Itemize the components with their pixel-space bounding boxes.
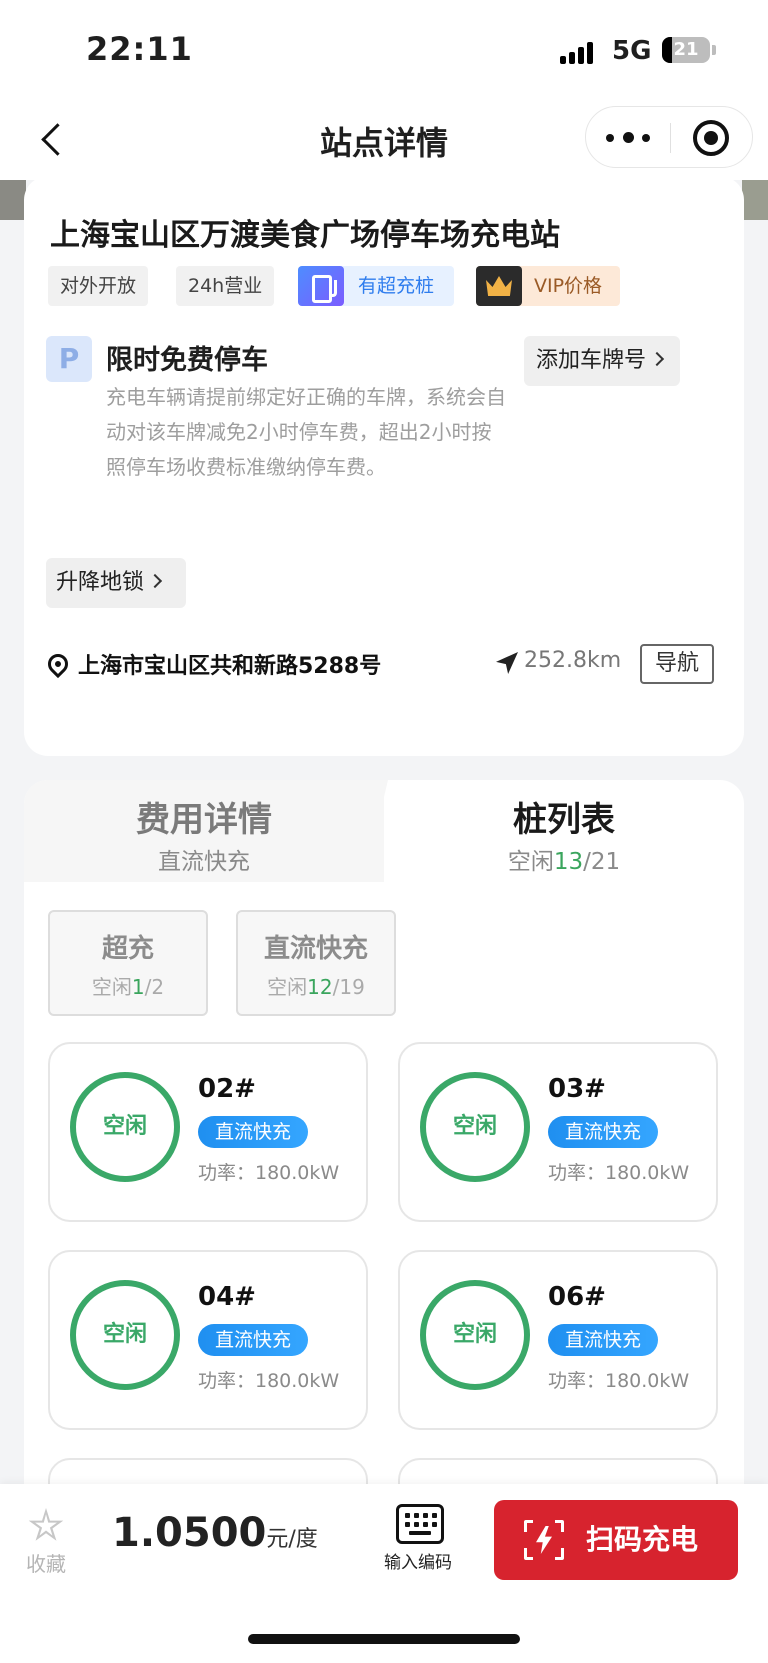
filter-super-charge[interactable]: 超充 空闲1/2 xyxy=(48,910,208,1016)
super-charge-icon xyxy=(298,266,344,306)
scan-charge-label: 扫码充电 xyxy=(586,1523,699,1556)
station-card: 上海宝山区万渡美食广场停车场充电站 对外开放 24h营业 有超充桩 VIP价格 … xyxy=(24,176,744,756)
bottom-action-bar: 收藏 1.0500元/度 输入编码 扫码充电 xyxy=(0,1484,768,1663)
station-name: 上海宝山区万渡美食广场停车场充电站 xyxy=(50,218,560,253)
mini-program-capsule xyxy=(585,106,753,168)
ground-lock-button[interactable]: 升降地锁 xyxy=(46,558,186,608)
ground-lock-label: 升降地锁 xyxy=(56,570,145,595)
pile-status: 空闲 xyxy=(70,1280,180,1390)
price: 1.0500元/度 xyxy=(112,1510,318,1556)
tag-super-charge: 有超充桩 xyxy=(298,266,454,306)
parking-icon: P xyxy=(46,336,92,382)
pile-type-badge: 直流快充 xyxy=(198,1116,308,1148)
location-icon xyxy=(43,649,73,679)
pile-power: 功率：180.0kW xyxy=(548,1162,690,1184)
tab-piles-count: 空闲13/21 xyxy=(507,849,621,875)
pile-power: 功率：180.0kW xyxy=(548,1370,690,1392)
network-type: 5G xyxy=(612,36,652,66)
pile-status: 空闲 xyxy=(70,1072,180,1182)
tab-fee-title[interactable]: 费用详情 xyxy=(24,792,384,841)
more-icon[interactable] xyxy=(606,125,654,151)
pile-power: 功率：180.0kW xyxy=(198,1370,340,1392)
tag-24h: 24h营业 xyxy=(176,266,275,306)
parking-title: 限时免费停车 xyxy=(106,345,268,376)
navigate-arrow-icon xyxy=(496,652,518,674)
pile-type-badge: 直流快充 xyxy=(548,1324,658,1356)
add-plate-label: 添加车牌号 xyxy=(536,348,647,373)
pile-id: 04# xyxy=(198,1282,256,1312)
pile-id: 06# xyxy=(548,1282,606,1312)
filter-name: 超充 xyxy=(101,934,154,964)
scan-charge-button[interactable]: 扫码充电 xyxy=(494,1500,738,1580)
keypad-icon[interactable] xyxy=(396,1504,444,1544)
tag-vip-label: VIP价格 xyxy=(534,275,603,297)
tag-vip-price[interactable]: VIP价格 xyxy=(476,266,620,306)
status-bar: 22:11 5G 21 xyxy=(0,0,768,100)
parking-description: 充电车辆请提前绑定好正确的车牌，系统会自动对该车牌减免2小时停车费，超出2小时按… xyxy=(106,385,506,479)
price-value: 1.0500 xyxy=(112,1510,267,1556)
input-code-label[interactable]: 输入编码 xyxy=(384,1548,452,1573)
vip-crown-icon xyxy=(476,266,522,306)
pile-status: 空闲 xyxy=(420,1280,530,1390)
tab-piles[interactable]: 桩列表 xyxy=(384,792,744,841)
battery-icon: 21 xyxy=(662,37,710,63)
battery-level: 21 xyxy=(673,39,699,60)
filter-count: 空闲12/19 xyxy=(267,975,365,999)
pile-card[interactable]: 空闲 03# 直流快充 功率：180.0kW xyxy=(398,1042,718,1222)
station-photo xyxy=(0,180,26,220)
nav-bar: 站点详情 xyxy=(0,100,768,180)
tag-open: 对外开放 xyxy=(48,266,149,306)
chevron-right-icon xyxy=(147,573,163,589)
price-unit: 元/度 xyxy=(266,1527,318,1552)
target-icon[interactable] xyxy=(693,120,729,156)
pile-card[interactable]: 空闲 04# 直流快充 功率：180.0kW xyxy=(48,1250,368,1430)
home-indicator xyxy=(248,1634,520,1644)
tab-fee-sub: 直流快充 xyxy=(158,849,250,875)
tag-super-label: 有超充桩 xyxy=(358,275,435,297)
pile-card[interactable]: 空闲 02# 直流快充 功率：180.0kW xyxy=(48,1042,368,1222)
pile-power: 功率：180.0kW xyxy=(198,1162,340,1184)
status-time: 22:11 xyxy=(86,30,193,68)
distance: 252.8km xyxy=(524,648,622,673)
pile-type-badge: 直流快充 xyxy=(198,1324,308,1356)
filter-dc-fast[interactable]: 直流快充 空闲12/19 xyxy=(236,910,396,1016)
star-icon[interactable] xyxy=(28,1508,64,1541)
pile-card[interactable]: 空闲 06# 直流快充 功率：180.0kW xyxy=(398,1250,718,1430)
chevron-right-icon xyxy=(649,351,665,367)
favorite-label[interactable]: 收藏 xyxy=(26,1548,66,1577)
navigate-button[interactable]: 导航 xyxy=(640,644,714,684)
signal-icon xyxy=(560,40,600,64)
filter-count: 空闲1/2 xyxy=(91,975,165,999)
filter-name: 直流快充 xyxy=(263,934,368,964)
station-photo xyxy=(742,180,768,220)
pile-id: 02# xyxy=(198,1074,256,1104)
add-plate-button[interactable]: 添加车牌号 xyxy=(524,336,680,386)
station-address: 上海市宝山区共和新路5288号 xyxy=(78,654,382,679)
pile-status: 空闲 xyxy=(420,1072,530,1182)
pile-id: 03# xyxy=(548,1074,606,1104)
pile-type-badge: 直流快充 xyxy=(548,1116,658,1148)
